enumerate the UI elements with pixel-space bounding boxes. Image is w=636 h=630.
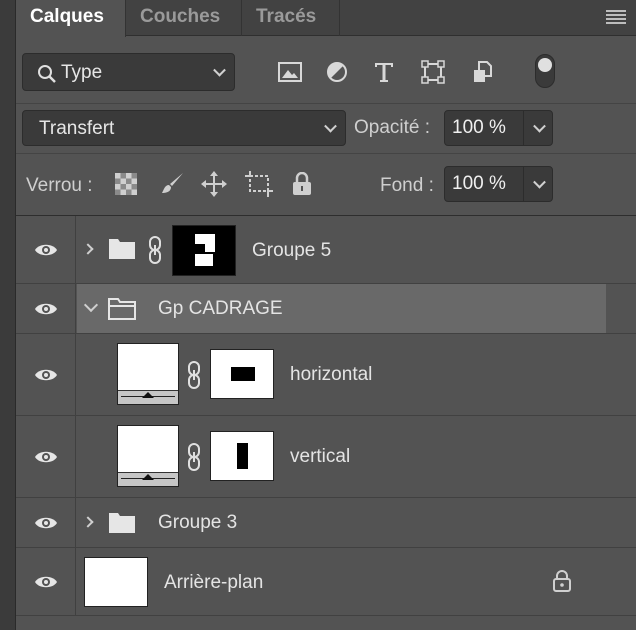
visibility-cell[interactable]	[16, 498, 76, 547]
layer-name[interactable]: Gp CADRAGE	[158, 298, 283, 320]
hamburger-menu-icon[interactable]	[606, 10, 626, 24]
layer-row-groupe-5[interactable]: Groupe 5	[16, 216, 636, 284]
adjustment-filter-icon[interactable]	[325, 60, 349, 84]
filter-toggle-switch[interactable]	[535, 54, 555, 88]
layer-name[interactable]: Groupe 3	[158, 512, 237, 534]
lock-icon[interactable]	[553, 570, 571, 592]
chevron-right-icon[interactable]	[82, 516, 94, 528]
mask-shape-vertical	[237, 443, 248, 469]
visibility-cell[interactable]	[16, 416, 76, 497]
adjustment-thumbnail[interactable]	[117, 343, 179, 405]
blend-row: Transfert Opacité : 100 %	[16, 104, 636, 154]
visibility-cell[interactable]	[16, 548, 76, 615]
folder-open-icon	[108, 298, 136, 320]
eye-icon[interactable]	[34, 449, 58, 465]
fill-dropdown-button[interactable]	[523, 166, 553, 202]
link-icon[interactable]	[187, 361, 201, 389]
filter-kind-label: Type	[61, 62, 103, 83]
smart-object-filter-icon[interactable]	[471, 60, 495, 84]
layer-content: horizontal	[77, 334, 606, 415]
chevron-down-icon	[213, 63, 226, 77]
layer-name[interactable]: Arrière-plan	[164, 572, 263, 594]
layer-thumbnail[interactable]	[84, 557, 148, 607]
image-filter-icon[interactable]	[278, 60, 302, 84]
eye-icon[interactable]	[34, 301, 58, 317]
layer-mask-thumbnail[interactable]	[210, 431, 274, 481]
panel-tab-bar: Calques Couches Tracés	[16, 0, 636, 37]
layer-row-arriere-plan[interactable]: Arrière-plan	[16, 548, 636, 616]
search-icon	[38, 65, 56, 83]
layer-row-gp-cadrage[interactable]: Gp CADRAGE	[16, 284, 636, 334]
filter-kind-select[interactable]: Type	[22, 53, 235, 91]
chevron-down-icon	[533, 119, 546, 133]
adjustment-thumbnail[interactable]	[117, 425, 179, 487]
blend-mode-select[interactable]: Transfert	[22, 110, 346, 146]
shape-filter-icon[interactable]	[421, 60, 445, 84]
tab-traces[interactable]: Tracés	[242, 0, 340, 36]
layer-name[interactable]: horizontal	[290, 364, 372, 386]
link-icon[interactable]	[148, 236, 162, 264]
layer-row-vertical[interactable]: vertical	[16, 416, 636, 498]
levels-icon	[118, 472, 178, 486]
tab-couches[interactable]: Couches	[126, 0, 242, 36]
levels-icon	[118, 390, 178, 404]
layer-name[interactable]: vertical	[290, 446, 350, 468]
eye-icon[interactable]	[34, 515, 58, 531]
layers-list: Groupe 5 Gp CADRAGE horizontal vertical …	[16, 216, 636, 630]
type-filter-icon[interactable]	[372, 60, 396, 84]
link-icon[interactable]	[187, 443, 201, 471]
opacity-dropdown-button[interactable]	[523, 110, 553, 146]
folder-icon	[109, 513, 135, 533]
visibility-cell[interactable]	[16, 284, 76, 333]
layer-mask-thumbnail[interactable]	[210, 349, 274, 399]
lock-transparency-icon[interactable]	[115, 173, 137, 195]
filter-row: Type	[16, 36, 636, 104]
layers-panel: Calques Couches Tracés Type Transfert Op…	[16, 0, 636, 630]
lock-pixels-icon[interactable]	[159, 171, 185, 197]
eye-icon[interactable]	[34, 574, 58, 590]
mask-shape-horizontal	[231, 367, 255, 381]
layer-mask-thumbnail[interactable]	[172, 225, 236, 276]
lock-position-icon[interactable]	[201, 171, 227, 197]
layer-content: Groupe 5	[77, 216, 606, 283]
left-dock-strip	[0, 0, 16, 630]
tab-calques[interactable]: Calques	[16, 0, 126, 37]
visibility-cell[interactable]	[16, 334, 76, 415]
lock-artboard-icon[interactable]	[245, 171, 273, 197]
blend-mode-value: Transfert	[39, 118, 115, 139]
chevron-down-icon	[533, 175, 546, 189]
lock-label: Verrou :	[26, 175, 93, 196]
chevron-right-icon[interactable]	[82, 243, 94, 255]
visibility-cell[interactable]	[16, 216, 76, 283]
layer-content: Arrière-plan	[77, 548, 606, 615]
layer-content: Gp CADRAGE	[77, 284, 606, 333]
chevron-down-icon	[324, 119, 337, 133]
folder-icon	[109, 239, 135, 259]
eye-icon[interactable]	[34, 242, 58, 258]
layer-name[interactable]: Groupe 5	[252, 240, 331, 262]
chevron-down-icon[interactable]	[83, 297, 99, 313]
mask-shape-icon	[195, 234, 215, 266]
fill-label: Fond :	[380, 175, 434, 196]
layer-row-groupe-3[interactable]: Groupe 3	[16, 498, 636, 548]
layer-row-horizontal[interactable]: horizontal	[16, 334, 636, 416]
opacity-label: Opacité :	[354, 117, 431, 138]
opacity-input[interactable]: 100 %	[444, 110, 524, 146]
lock-all-icon[interactable]	[292, 172, 312, 196]
eye-icon[interactable]	[34, 367, 58, 383]
layer-content: Groupe 3	[77, 498, 606, 547]
layer-content: vertical	[77, 416, 606, 497]
fill-input[interactable]: 100 %	[444, 166, 524, 202]
lock-row: Verrou : Fond : 100 %	[16, 154, 636, 216]
